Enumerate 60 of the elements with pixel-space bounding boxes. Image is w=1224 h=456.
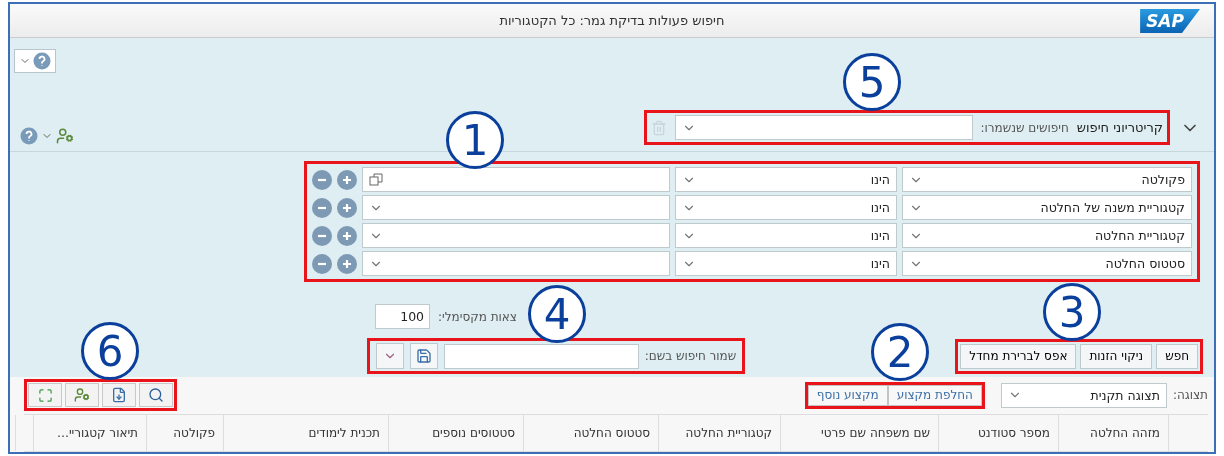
dropdown-button[interactable] [375, 343, 404, 369]
add-button[interactable] [337, 197, 357, 218]
column-header[interactable]: תכנית לימודים [223, 415, 388, 451]
value-field[interactable] [362, 251, 670, 276]
toolbar-button[interactable]: החלפת מקצוע [887, 384, 982, 406]
value-field[interactable] [362, 195, 670, 220]
column-header[interactable]: מספר סטודנט [938, 415, 1058, 451]
search-name-field[interactable] [443, 343, 639, 369]
column-header[interactable]: פקולטה [146, 415, 223, 451]
window-title: חיפוש פעולות בדיקת גמר: כל הקטגוריות [499, 13, 725, 29]
view-label: תצוגה: [1172, 388, 1208, 402]
remove-button[interactable] [312, 253, 332, 274]
toolbar-button[interactable]: מקצוע נוסף [807, 384, 888, 406]
settings-button[interactable] [65, 383, 99, 407]
column-header[interactable]: מזהה החלטה [1058, 415, 1168, 451]
column-header[interactable]: סטטוסים נוספים [388, 415, 523, 451]
column-header[interactable]: סטטוס החלטה [523, 415, 658, 451]
search-button[interactable] [139, 383, 173, 407]
search-icon [148, 387, 164, 403]
fullscreen-icon [37, 387, 53, 403]
add-button[interactable] [337, 253, 357, 274]
column-header[interactable]: קטגוריית החלטה [658, 415, 780, 451]
person-gear-icon [74, 387, 90, 403]
saved-searches-label: חיפושים שנשמרו: [980, 120, 1069, 135]
export-button[interactable] [102, 383, 136, 407]
add-button[interactable] [337, 225, 357, 246]
field-dropdown[interactable]: קטגוריית משנה של החלטה [902, 195, 1192, 220]
section-title: קריטריוני חיפוש [1076, 120, 1163, 135]
remove-button[interactable] [312, 225, 332, 246]
fullscreen-button[interactable] [28, 383, 62, 407]
value-field[interactable] [362, 223, 670, 248]
remove-button[interactable] [312, 197, 332, 218]
file-download-icon [111, 387, 127, 403]
action-button[interactable]: אפס לברירת מחדל [960, 343, 1077, 369]
help-icon [33, 52, 51, 71]
field-dropdown[interactable]: סטטוס החלטה [902, 251, 1192, 276]
help-icon [20, 127, 38, 145]
multi-select-icon[interactable] [369, 172, 383, 187]
max-results-field[interactable]: 100 [375, 304, 431, 329]
field-dropdown[interactable]: קטגוריית החלטה [902, 223, 1192, 248]
remove-button[interactable] [312, 169, 332, 190]
operator-dropdown[interactable]: הינו [675, 195, 897, 220]
saved-searches-dropdown[interactable] [674, 115, 973, 140]
value-field[interactable] [362, 167, 670, 192]
help-button[interactable] [14, 49, 56, 74]
operator-dropdown[interactable]: הינו [675, 167, 897, 192]
operator-dropdown[interactable]: הינו [675, 251, 897, 276]
view-dropdown[interactable]: תצוגה תקנית [1000, 382, 1167, 408]
save-button[interactable] [409, 343, 438, 369]
person-gear-icon[interactable] [56, 127, 74, 145]
max-results-label: צאות מקסימלי: [438, 309, 517, 324]
add-button[interactable] [337, 169, 357, 190]
operator-dropdown[interactable]: הינו [675, 223, 897, 248]
logo: SAP [1140, 9, 1200, 33]
field-dropdown[interactable]: פקולטה [902, 167, 1192, 192]
column-header[interactable]: תיאור קטגוריי… [33, 415, 146, 451]
column-header[interactable]: שם משפחה שם פרטי [780, 415, 938, 451]
action-button[interactable]: ניקוי הזנות [1080, 343, 1153, 369]
action-button[interactable]: חפש [1156, 343, 1198, 369]
save-search-label: שמור חיפוש בשם: [644, 349, 737, 363]
